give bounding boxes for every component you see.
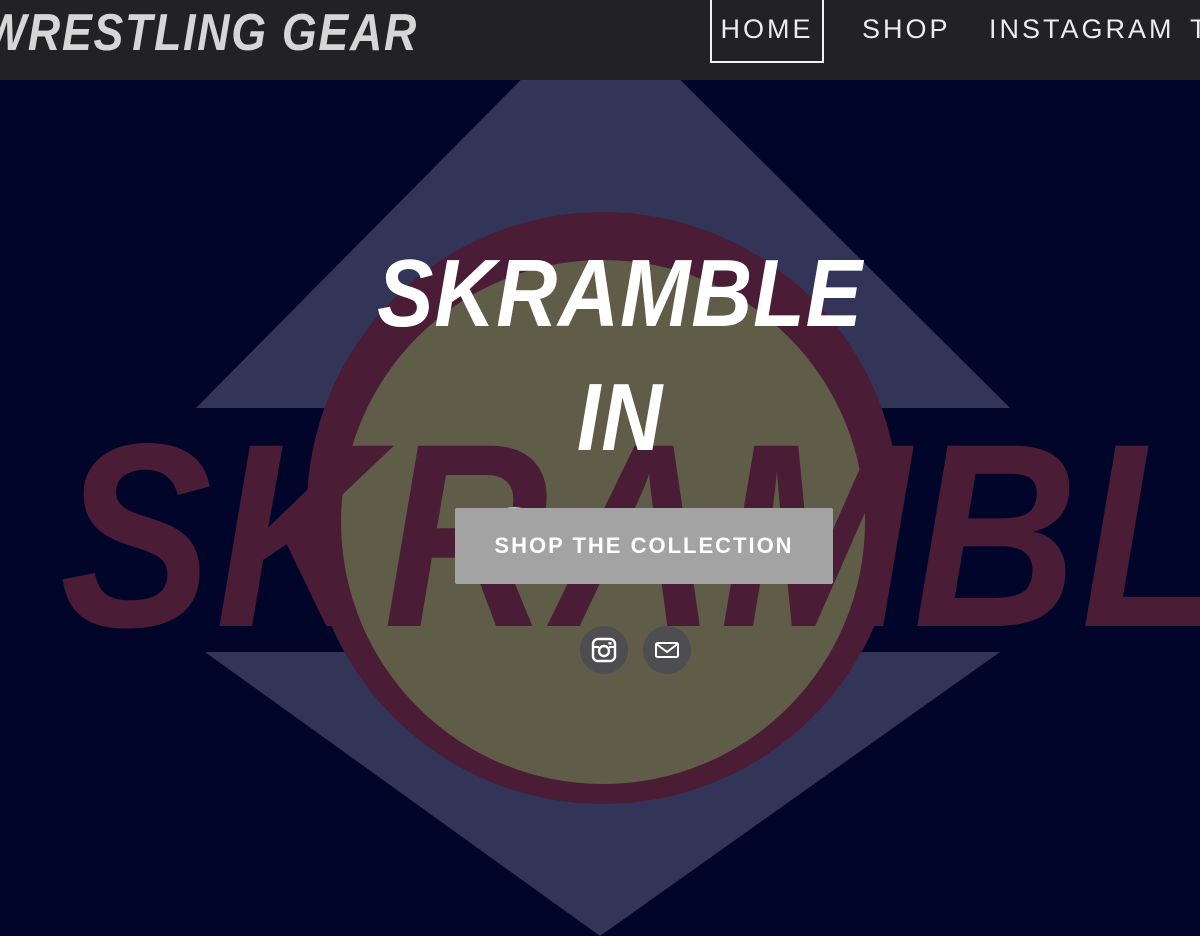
- nav-shop[interactable]: SHOP: [862, 0, 951, 62]
- nav-instagram[interactable]: INSTAGRAM: [989, 0, 1175, 62]
- mail-icon: [655, 642, 679, 658]
- nav-home[interactable]: HOME: [710, 0, 824, 63]
- email-link[interactable]: [643, 626, 691, 674]
- site-brand-logo[interactable]: WRESTLING GEAR: [0, 3, 418, 63]
- shop-collection-button[interactable]: SHOP THE COLLECTION: [455, 508, 833, 584]
- site-header: WRESTLING GEAR HOME SHOP INSTAGRAM T: [0, 0, 1200, 80]
- nav-item-cut-off[interactable]: T: [1190, 0, 1200, 62]
- headline-line-1: SKRAMBLE IN: [377, 240, 863, 471]
- instagram-icon: [591, 637, 617, 663]
- instagram-link[interactable]: [580, 626, 628, 674]
